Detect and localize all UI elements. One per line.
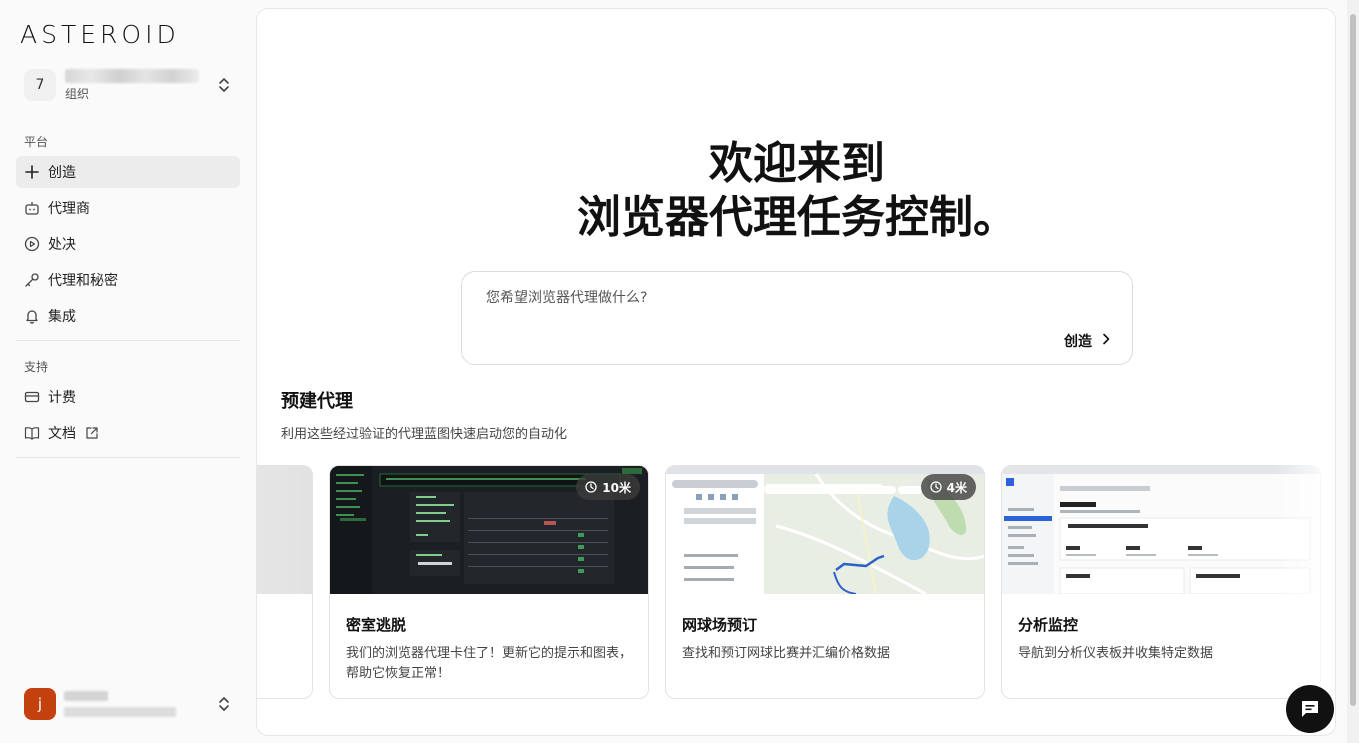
sidebar-item-executions[interactable]: 处决 [16,228,240,260]
sidebar-item-label: 代理和秘密 [48,273,118,289]
hero-title: 欢迎来到 浏览器代理任务控制。 [257,137,1335,245]
carousel-fade [1275,465,1335,705]
bell-icon [24,308,40,324]
duration-badge: 4米 [920,474,976,500]
duration-label: 4米 [946,480,967,495]
sidebar-item-label: 集成 [48,309,76,325]
card-title: 网球场预订 [682,616,758,634]
card-thumbnail: 10米 [330,466,648,594]
agent-card-analytics-monitoring[interactable]: 分析监控 导航到分析仪表板并收集特定数据 [1001,465,1321,699]
prompt-box: 创造 [461,271,1133,365]
prebuilt-carousel[interactable]: 10米 密室逃脱 我们的浏览器代理卡住了！更新它的提示和图表，帮助它恢复正常！ [257,465,1335,705]
org-avatar: 7 [24,69,56,101]
card-description: 查找和预订网球比赛并汇编价格数据 [682,646,891,661]
scrollbar-thumb[interactable] [1350,14,1356,706]
chat-support-button[interactable] [1286,685,1334,733]
card-thumbnail [257,466,312,594]
plus-icon [24,164,40,180]
dashboard-screenshot-thumbnail [1002,466,1320,594]
card-thumbnail [1002,466,1320,594]
card-title: 分析监控 [1018,616,1079,634]
prebuilt-title: 预建代理 [281,391,353,412]
card-title: 密室逃脱 [346,616,407,634]
sidebar-divider [16,340,240,341]
sidebar-item-label: 处决 [48,237,76,253]
agent-card-tennis-booking[interactable]: 4米 网球场预订 查找和预订网球比赛并汇编价格数据 [665,465,985,699]
user-email-redacted [64,707,176,717]
sidebar-item-integrations[interactable]: 集成 [16,300,240,332]
book-open-icon [24,425,40,441]
sidebar-item-docs[interactable]: 文档 [16,417,240,449]
robot-icon [24,200,40,216]
create-button-label: 创造 [1064,334,1092,350]
key-icon [24,272,40,288]
sidebar-item-label: 代理商 [48,201,90,217]
main-panel: 欢迎来到 浏览器代理任务控制。 创造 预建代理 利用这些经过验证的代理蓝图快速启… [256,8,1336,736]
hero-line-2: 浏览器代理任务控制。 [577,192,1017,243]
sidebar-item-create[interactable]: 创造 [16,156,240,188]
play-circle-icon [24,236,40,252]
create-button[interactable]: 创造 [1064,330,1110,352]
credit-card-icon [24,389,40,405]
sidebar-divider [16,457,240,458]
user-avatar: j [24,688,56,720]
page-scrollbar[interactable] [1347,0,1359,743]
agent-card-escape-room[interactable]: 10米 密室逃脱 我们的浏览器代理卡住了！更新它的提示和图表，帮助它恢复正常！ [329,465,649,699]
sidebar-item-proxies-secrets[interactable]: 代理和秘密 [16,264,240,296]
chevrons-up-down-icon [216,696,232,712]
card-description: 导航到分析仪表板并收集特定数据 [1018,646,1214,661]
platform-section-label: 平台 [24,135,49,149]
sidebar-item-agents[interactable]: 代理商 [16,192,240,224]
duration-label: 10米 [602,480,631,495]
sidebar-item-label: 创造 [48,165,76,181]
clock-icon [585,481,597,493]
chat-icon [1302,701,1318,717]
prebuilt-subtitle: 利用这些经过验证的代理蓝图快速启动您的自动化 [281,427,568,442]
duration-badge: 10米 [576,474,640,500]
sidebar: ASTEROID 7 组织 平台 创造 代理商 处决 代理和秘密 集成 支持 计… [0,0,256,743]
chevron-right-icon [1102,333,1110,349]
clock-icon [929,481,942,493]
user-name-redacted [64,691,108,701]
prompt-input[interactable] [486,286,1106,310]
org-subtitle: 组织 [65,86,90,101]
card-description: 我们的浏览器代理卡住了！更新它的提示和图表，帮助它恢复正常！ [346,646,633,681]
sidebar-item-billing[interactable]: 计费 [16,381,240,413]
org-name-redacted [65,68,199,83]
org-switcher[interactable]: 7 组织 [16,62,240,108]
card-thumbnail: 4米 [666,466,984,594]
chevrons-up-down-icon [216,77,232,93]
user-menu[interactable]: j [16,684,240,724]
asteroid-logo[interactable]: ASTEROID [20,20,240,50]
external-link-icon [84,425,100,441]
support-section-label: 支持 [24,360,49,374]
sidebar-item-label: 文档 [48,426,76,442]
sidebar-item-label: 计费 [48,390,76,406]
hero-line-1: 欢迎来到 [709,138,885,189]
agent-card-previous[interactable] [257,465,313,699]
